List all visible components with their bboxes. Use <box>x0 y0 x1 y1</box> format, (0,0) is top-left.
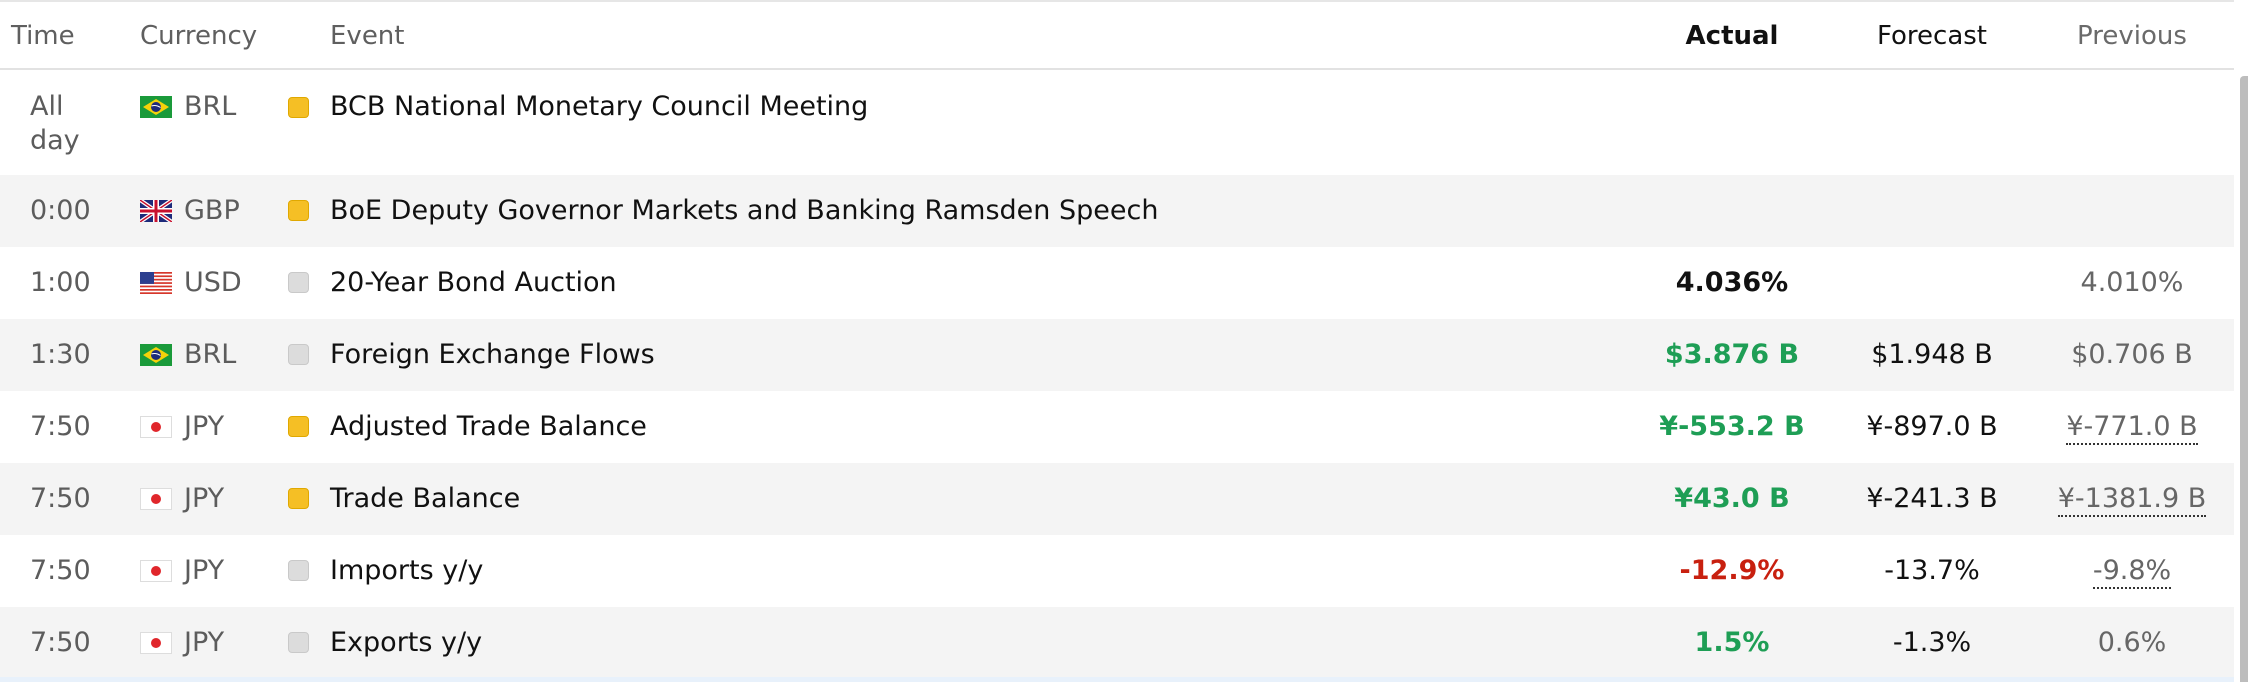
column-header-currency[interactable]: Currency <box>140 20 257 52</box>
revised-previous-value[interactable]: -9.8% <box>2092 555 2172 589</box>
us-flag-icon <box>140 272 172 294</box>
event-name[interactable]: BCB National Monetary Council Meeting <box>330 90 868 124</box>
actual-value: 1.5% <box>1694 627 1770 658</box>
importance-low-icon <box>288 632 309 653</box>
time-cell: 7:50 <box>30 555 91 586</box>
importance-low-icon <box>288 272 309 293</box>
time-cell: All day <box>30 91 80 156</box>
currency-code: BRL <box>184 339 237 370</box>
japan-flag-icon <box>140 416 172 438</box>
table-row[interactable]: 7:50 JPY Imports y/y -12.9% -13.7% -9.8% <box>0 535 2234 607</box>
actual-value: ¥-553.2 B <box>1659 411 1805 442</box>
table-row[interactable]: All day BRL BCB National Monetary Counci… <box>0 70 2234 175</box>
column-header-time[interactable]: Time <box>11 20 75 52</box>
previous-value: ¥-1381.9 B <box>2032 482 2232 517</box>
event-name[interactable]: Foreign Exchange Flows <box>330 338 655 372</box>
actual-value: ¥43.0 B <box>1674 483 1790 514</box>
column-header-actual[interactable]: Actual <box>1632 20 1832 52</box>
time-cell: 7:50 <box>30 483 91 514</box>
japan-flag-icon <box>140 632 172 654</box>
previous-value: ¥-771.0 B <box>2032 410 2232 445</box>
time-cell: 7:50 <box>30 627 91 658</box>
time-cell: 1:00 <box>30 267 91 298</box>
currency-code: GBP <box>184 195 240 226</box>
column-header-forecast[interactable]: Forecast <box>1832 20 2032 52</box>
japan-flag-icon <box>140 488 172 510</box>
table-row[interactable]: 0:00 GBP BoE Deputy Governor Markets and… <box>0 175 2234 247</box>
brazil-flag-icon <box>140 344 172 366</box>
table-row[interactable]: 7:50 JPY Adjusted Trade Balance ¥-553.2 … <box>0 391 2234 463</box>
importance-low-icon <box>288 560 309 581</box>
previous-value: -9.8% <box>2032 554 2232 589</box>
previous-value: $0.706 B <box>2071 339 2193 370</box>
importance-high-icon <box>288 97 309 118</box>
uk-flag-icon <box>140 200 172 222</box>
forecast-value: $1.948 B <box>1871 339 1993 370</box>
brazil-flag-icon <box>140 96 172 118</box>
event-name[interactable]: BoE Deputy Governor Markets and Banking … <box>330 194 1158 228</box>
currency-code: JPY <box>184 627 225 658</box>
actual-value: 4.036% <box>1675 267 1789 298</box>
table-row[interactable]: 1:30 BRL Foreign Exchange Flows $3.876 B… <box>0 319 2234 391</box>
japan-flag-icon <box>140 560 172 582</box>
economic-calendar-table: Time Currency Event Actual Forecast Prev… <box>0 0 2234 679</box>
currency-code: BRL <box>184 91 237 122</box>
event-name[interactable]: Exports y/y <box>330 626 482 660</box>
column-header-event[interactable]: Event <box>330 20 404 52</box>
table-row[interactable]: 7:50 JPY Trade Balance ¥43.0 B ¥-241.3 B… <box>0 463 2234 535</box>
actual-value: -12.9% <box>1679 555 1785 586</box>
currency-code: JPY <box>184 555 225 586</box>
column-header-previous[interactable]: Previous <box>2032 20 2232 52</box>
table-row[interactable]: 7:50 JPY Exports y/y 1.5% -1.3% 0.6% <box>0 607 2234 679</box>
previous-value: 0.6% <box>2097 627 2167 658</box>
importance-high-icon <box>288 416 309 437</box>
forecast-value: ¥-241.3 B <box>1866 483 1998 514</box>
time-cell: 1:30 <box>30 339 91 370</box>
importance-low-icon <box>288 344 309 365</box>
forecast-value: ¥-897.0 B <box>1866 411 1998 442</box>
previous-value: 4.010% <box>2080 267 2184 298</box>
table-row[interactable]: 1:00 USD 20-Year Bond Auction 4.036% 4.0… <box>0 247 2234 319</box>
time-cell: 0:00 <box>30 195 91 226</box>
importance-high-icon <box>288 200 309 221</box>
table-body: All day BRL BCB National Monetary Counci… <box>0 70 2234 679</box>
forecast-value: -1.3% <box>1892 627 1972 658</box>
scrollbar-thumb[interactable] <box>2240 76 2248 682</box>
event-name[interactable]: Adjusted Trade Balance <box>330 410 647 444</box>
event-name[interactable]: Imports y/y <box>330 554 483 588</box>
currency-code: JPY <box>184 411 225 442</box>
revised-previous-value[interactable]: ¥-1381.9 B <box>2057 483 2207 517</box>
table-header: Time Currency Event Actual Forecast Prev… <box>0 2 2234 70</box>
importance-high-icon <box>288 488 309 509</box>
bottom-strip <box>0 677 2234 682</box>
actual-value: $3.876 B <box>1664 339 1800 370</box>
event-name[interactable]: 20-Year Bond Auction <box>330 266 617 300</box>
event-name[interactable]: Trade Balance <box>330 482 520 516</box>
currency-code: JPY <box>184 483 225 514</box>
time-cell: 7:50 <box>30 411 91 442</box>
currency-code: USD <box>184 267 242 298</box>
revised-previous-value[interactable]: ¥-771.0 B <box>2066 411 2198 445</box>
forecast-value: -13.7% <box>1884 555 1980 586</box>
